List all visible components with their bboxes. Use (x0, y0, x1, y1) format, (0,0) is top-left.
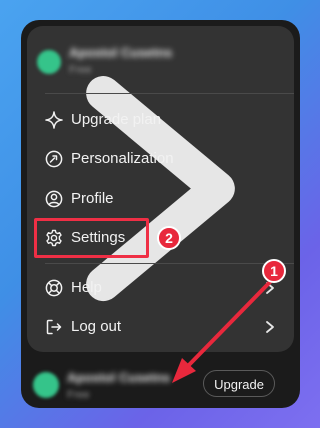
annotation-arrow (172, 279, 273, 383)
step-badge-1: 1 (262, 259, 286, 283)
